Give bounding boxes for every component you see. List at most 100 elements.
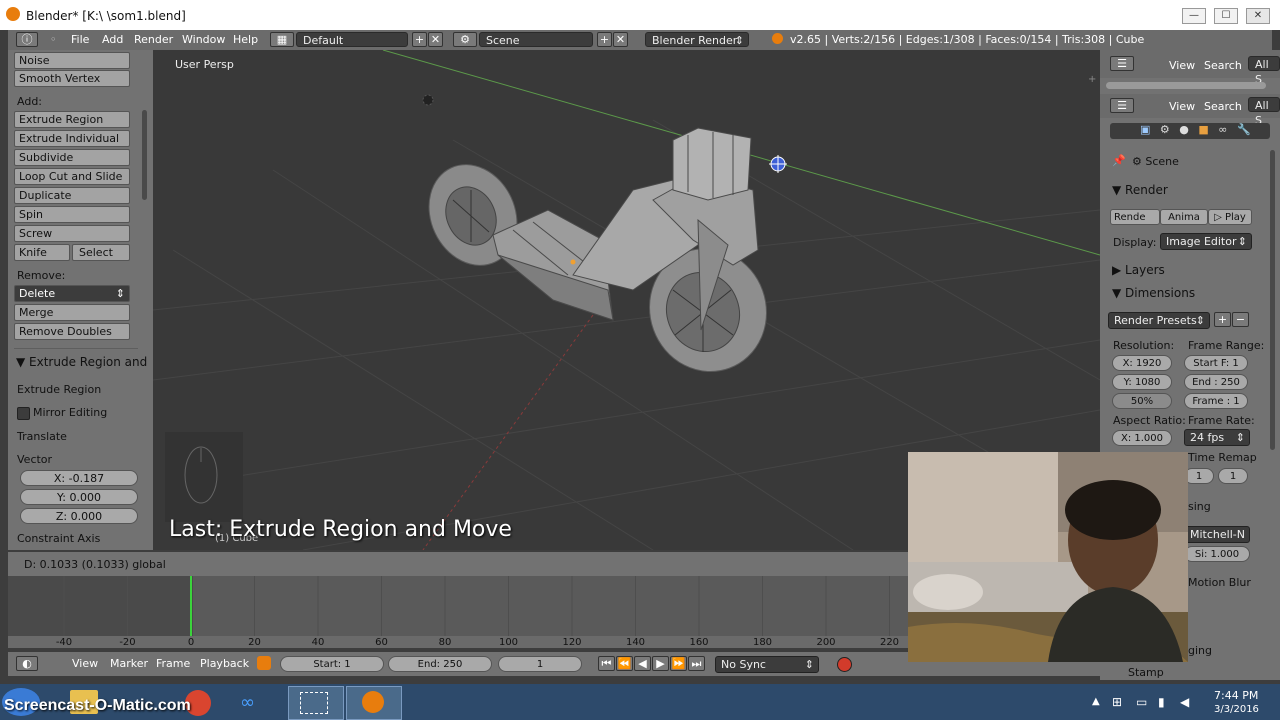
add-scene-button[interactable]: + [597, 32, 612, 47]
vector-x-field[interactable]: X: -0.187 [20, 470, 138, 486]
filter-select[interactable]: Mitchell-N [1184, 526, 1250, 543]
editor-type-icon[interactable]: ⓘ [16, 32, 38, 47]
menu-render[interactable]: Render [134, 33, 173, 46]
screw-button[interactable]: Screw [14, 225, 130, 242]
mirror-editing-checkbox[interactable] [17, 407, 30, 420]
record-button[interactable] [837, 657, 852, 672]
shading-panel-header[interactable]: ging [1188, 644, 1212, 657]
menu-file[interactable]: File [71, 33, 89, 46]
noise-button[interactable]: Noise [14, 52, 130, 69]
subdivide-button[interactable]: Subdivide [14, 149, 130, 166]
jump-start-button[interactable]: ⏮ [598, 656, 615, 671]
collapse-menu-icon[interactable]: ◦ [50, 33, 57, 46]
dimensions-panel-header[interactable]: ▼ Dimensions [1112, 286, 1195, 300]
properties-display-select[interactable]: All S [1248, 97, 1280, 127]
remove-scene-button[interactable]: ✕ [613, 32, 628, 47]
stamp-panel-header[interactable]: Stamp [1128, 666, 1164, 679]
timeline-menu-view[interactable]: View [72, 657, 98, 670]
minimize-button[interactable]: — [1182, 8, 1206, 24]
spin-button[interactable]: Spin [14, 206, 130, 223]
current-frame-field[interactable]: 1 [498, 656, 582, 672]
properties-type-icon[interactable]: ☰ [1110, 98, 1134, 113]
play-button[interactable]: ▶ [652, 656, 669, 671]
remove-preset-button[interactable]: − [1232, 312, 1249, 327]
render-image-button[interactable]: Rende [1110, 209, 1160, 225]
time-remap-new-field[interactable]: 1 [1218, 468, 1248, 484]
clock-time[interactable]: 7:44 PM [1214, 689, 1258, 702]
vector-y-field[interactable]: Y: 0.000 [20, 489, 138, 505]
render-tab-icon[interactable]: ▣ [1140, 123, 1150, 136]
time-remap-old-field[interactable]: 1 [1184, 468, 1214, 484]
render-engine-select[interactable]: Blender Render ⇕ [645, 32, 749, 47]
start-frame-field[interactable]: Start: 1 [280, 656, 384, 672]
lamp-object[interactable] [422, 94, 434, 106]
properties-search-menu[interactable]: Search [1204, 100, 1242, 113]
outliner-display-select[interactable]: All S [1248, 56, 1280, 86]
play-reverse-button[interactable]: ◀ [634, 656, 651, 671]
pin-icon[interactable]: 📌 [1112, 154, 1126, 167]
screen-layout-icon[interactable]: ▦ [270, 32, 294, 47]
screen-layout-field[interactable]: Default [296, 32, 408, 47]
frame-start-field[interactable]: Start F: 1 [1184, 355, 1248, 371]
add-preset-button[interactable]: + [1214, 312, 1231, 327]
knife-select-button[interactable]: Select [72, 244, 130, 261]
aspect-x-field[interactable]: X: 1.000 [1112, 430, 1172, 446]
menu-add[interactable]: Add [102, 33, 123, 46]
remove-layout-button[interactable]: ✕ [428, 32, 443, 47]
tray-expand-icon[interactable]: ▲ [1092, 696, 1100, 707]
resolution-x-field[interactable]: X: 1920 [1112, 355, 1172, 371]
knife-button[interactable]: Knife [14, 244, 70, 261]
resolution-percentage-field[interactable]: 50% [1112, 393, 1172, 409]
properties-scrollbar[interactable] [1270, 150, 1275, 450]
merge-button[interactable]: Merge [14, 304, 130, 321]
tray-windows-icon[interactable]: ⊞ [1112, 695, 1122, 709]
frame-end-field[interactable]: End : 250 [1184, 374, 1248, 390]
timeline-menu-marker[interactable]: Marker [110, 657, 148, 670]
motion-blur-label[interactable]: Motion Blur [1188, 576, 1251, 589]
render-animation-button[interactable]: Anima [1160, 209, 1208, 225]
jump-keyframe-forward-button[interactable]: ⏩ [670, 656, 687, 671]
properties-view-menu[interactable]: View [1169, 100, 1195, 113]
scene-tab-icon[interactable]: ⚙ [1160, 123, 1170, 136]
resolution-y-field[interactable]: Y: 1080 [1112, 374, 1172, 390]
outliner-type-icon[interactable]: ☰ [1110, 56, 1134, 71]
scene-field[interactable]: Scene [479, 32, 593, 47]
tool-shelf-scrollbar[interactable] [142, 110, 147, 200]
timeline-editor-type-icon[interactable]: ◐ [16, 656, 38, 671]
loop-cut-button[interactable]: Loop Cut and Slide [14, 168, 130, 185]
modifiers-tab-icon[interactable]: 🔧 [1237, 123, 1251, 136]
display-select[interactable]: Image Editor ⇕ [1160, 233, 1252, 250]
operator-panel-header[interactable]: ▼ Extrude Region and [16, 355, 147, 369]
sync-mode-select[interactable]: No Sync ⇕ [715, 656, 819, 673]
jump-keyframe-back-button[interactable]: ⏪ [616, 656, 633, 671]
frame-step-field[interactable]: Frame : 1 [1184, 393, 1248, 409]
remove-doubles-button[interactable]: Remove Doubles [14, 323, 130, 340]
properties-context-tabs[interactable]: ▣ ⚙ ● ■ ∞ 🔧 [1110, 123, 1270, 139]
world-tab-icon[interactable]: ● [1179, 123, 1189, 136]
layers-panel-header[interactable]: ▶ Layers [1112, 263, 1165, 277]
delete-menu[interactable]: Delete ⇕ [14, 285, 130, 302]
volume-icon[interactable]: ◀ [1180, 695, 1189, 709]
extrude-region-button[interactable]: Extrude Region [14, 111, 130, 128]
duplicate-button[interactable]: Duplicate [14, 187, 130, 204]
jump-end-button[interactable]: ⏭ [688, 656, 705, 671]
filter-size-field[interactable]: Si: 1.000 [1184, 546, 1250, 562]
timeline-menu-playback[interactable]: Playback [200, 657, 249, 670]
menu-help[interactable]: Help [233, 33, 258, 46]
smooth-vertex-button[interactable]: Smooth Vertex [14, 70, 130, 87]
constraints-tab-icon[interactable]: ∞ [1218, 123, 1227, 136]
frame-rate-select[interactable]: 24 fps ⇕ [1184, 429, 1250, 446]
extrude-individual-button[interactable]: Extrude Individual [14, 130, 130, 147]
outliner-search-menu[interactable]: Search [1204, 59, 1242, 72]
clock-date[interactable]: 3/3/2016 [1214, 704, 1259, 715]
render-presets-select[interactable]: Render Presets ⇕ [1108, 312, 1210, 329]
network-icon[interactable]: ▮ [1158, 695, 1165, 709]
end-frame-field[interactable]: End: 250 [388, 656, 492, 672]
timeline-menu-frame[interactable]: Frame [156, 657, 190, 670]
close-button[interactable]: ✕ [1246, 8, 1270, 24]
add-layout-button[interactable]: + [412, 32, 427, 47]
3d-cursor-icon[interactable] [769, 155, 787, 173]
maximize-button[interactable]: ☐ [1214, 8, 1238, 24]
render-panel-header[interactable]: ▼ Render [1112, 183, 1168, 197]
preview-range-icon[interactable] [257, 656, 271, 670]
